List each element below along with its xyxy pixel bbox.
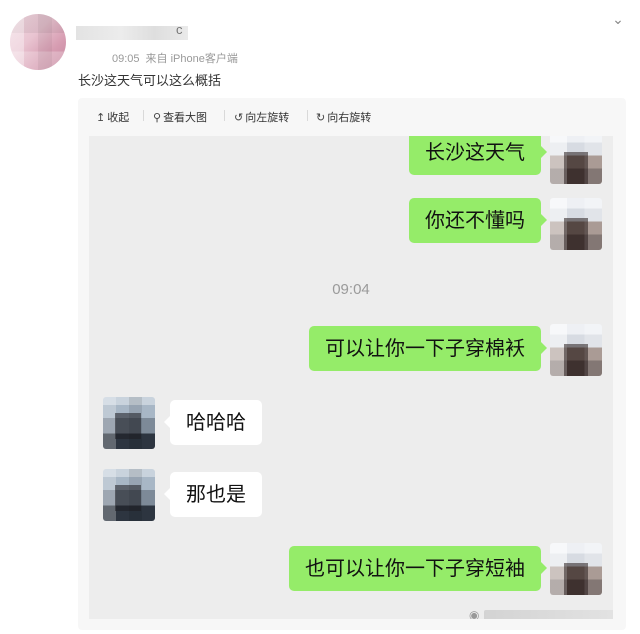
chat-bubble-self: 也可以让你一下子穿短袖 — [289, 546, 547, 591]
watermark-blurred — [484, 610, 613, 619]
rotate-left-label: 向左旋转 — [245, 111, 290, 124]
magnifier-icon: ⚲ — [153, 110, 162, 124]
arrow-up-icon: ↥ — [96, 110, 106, 124]
chat-avatar-self — [550, 324, 602, 376]
toolbar-divider — [224, 110, 225, 121]
media-toolbar: ↥ 收起 ⚲ 查看大图 ↺ 向左旋转 ↻ 向右旋转 — [78, 98, 626, 136]
chat-bubble-other: 哈哈哈 — [164, 400, 262, 445]
collapse-label: 收起 — [107, 111, 130, 124]
post-meta: 09:05 来自 iPhone客户端 — [112, 50, 238, 66]
chat-avatar-self — [550, 198, 602, 250]
chat-bubble-self: 长沙这天气 — [409, 136, 547, 175]
chat-avatar-other — [103, 397, 155, 449]
collapse-button[interactable]: ↥ 收起 — [96, 109, 129, 125]
chat-bubble-self: 可以让你一下子穿棉袄 — [309, 326, 547, 371]
view-large-label: 查看大图 — [163, 111, 208, 124]
chat-avatar-self — [550, 543, 602, 595]
post-time[interactable]: 09:05 — [112, 53, 140, 65]
username-blurred[interactable] — [76, 26, 188, 40]
rotate-left-button[interactable]: ↺ 向左旋转 — [234, 109, 289, 125]
chat-bubble-other: 那也是 — [164, 472, 262, 517]
rotate-right-icon: ↻ — [316, 110, 326, 124]
post-source: 来自 iPhone客户端 — [145, 53, 238, 65]
chat-bubble-self: 你还不懂吗 — [409, 198, 547, 243]
chevron-down-icon[interactable]: ⌄ — [608, 10, 628, 30]
rotate-right-button[interactable]: ↻ 向右旋转 — [316, 109, 371, 125]
rotate-right-label: 向右旋转 — [327, 111, 372, 124]
chat-avatar-other — [103, 469, 155, 521]
user-avatar[interactable] — [10, 14, 66, 70]
media-viewer: ↥ 收起 ⚲ 查看大图 ↺ 向左旋转 ↻ 向右旋转 长沙这天气 你还不懂吗 09… — [78, 98, 626, 630]
chat-screenshot[interactable]: 长沙这天气 你还不懂吗 09:04 可以让你一下子穿棉袄 哈哈哈 那也是 也可以… — [89, 136, 613, 619]
chat-avatar-self — [550, 136, 602, 184]
weibo-icon: ◉ — [469, 608, 480, 619]
chat-timestamp: 09:04 — [332, 281, 370, 298]
username-tail: c — [176, 22, 183, 37]
rotate-left-icon: ↺ — [234, 110, 244, 124]
view-large-button[interactable]: ⚲ 查看大图 — [153, 109, 207, 125]
post-text: 长沙这天气可以这么概括 — [78, 74, 222, 89]
toolbar-divider — [307, 110, 308, 121]
toolbar-divider — [143, 110, 144, 121]
